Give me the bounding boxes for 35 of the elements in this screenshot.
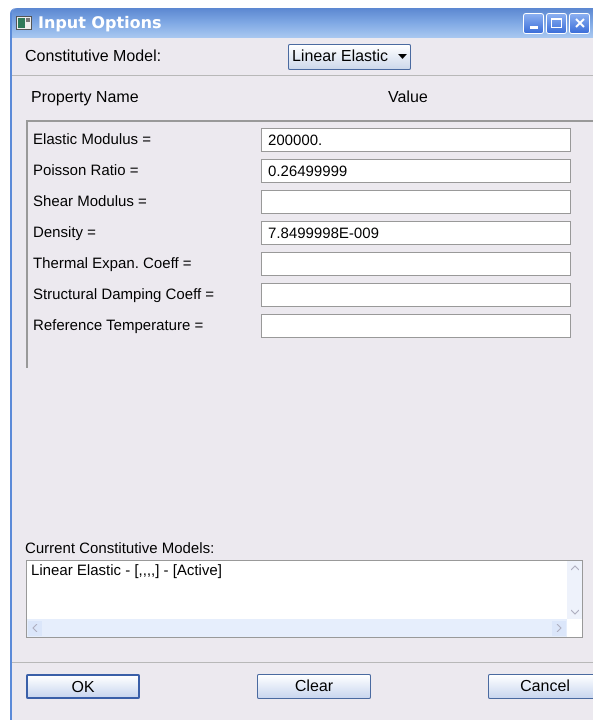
current-models-label: Current Constitutive Models:	[24, 539, 216, 559]
caret-icon	[398, 54, 408, 59]
property-name: Poisson Ratio =	[32, 160, 140, 181]
window-title: Input Options	[38, 12, 162, 34]
maximize-button[interactable]	[546, 12, 567, 34]
column-header: Value	[388, 88, 428, 108]
property-value-field[interactable]: 7.8499998E-009	[261, 221, 571, 245]
property-value-field[interactable]: 0.26499999	[261, 159, 571, 183]
property-value-field[interactable]	[261, 252, 571, 276]
property-name: Density =	[32, 222, 97, 243]
current-models-list[interactable]: Linear Elastic - [,,,,] - [Active]	[26, 560, 583, 638]
property-name: Structural Damping Coeff =	[32, 284, 216, 305]
column-header: Property Name	[31, 88, 140, 108]
constitutive-model-dropdown[interactable]: Linear Elastic	[288, 44, 412, 70]
scroll-right-icon[interactable]	[552, 620, 566, 636]
property-value-field[interactable]	[261, 314, 571, 338]
scroll-left-icon[interactable]	[28, 620, 42, 636]
property-value-field[interactable]	[261, 283, 571, 307]
property-value-field[interactable]: 200000.	[261, 128, 571, 152]
property-name: Shear Modulus =	[32, 192, 148, 212]
property-value-field[interactable]	[261, 190, 571, 214]
property-name: Elastic Modulus =	[32, 130, 152, 150]
minimize-button[interactable]	[523, 12, 544, 34]
horizontal-scrollbar[interactable]	[27, 619, 567, 637]
dialog-button[interactable]: Clear	[257, 674, 371, 699]
list-item[interactable]: Linear Elastic - [,,,,] - [Active]	[27, 561, 226, 581]
close-button[interactable]	[569, 12, 590, 34]
property-name: Thermal Expan. Coeff =	[32, 254, 193, 274]
dialog-button[interactable]: OK	[26, 674, 140, 699]
dialog-button[interactable]: Cancel	[488, 674, 593, 699]
constitutive-model-label: Constitutive Model:	[25, 46, 162, 66]
property-name: Reference Temperature =	[32, 316, 204, 336]
vertical-scrollbar[interactable]	[567, 561, 582, 619]
close-icon	[574, 18, 584, 28]
window-icon	[16, 16, 32, 30]
